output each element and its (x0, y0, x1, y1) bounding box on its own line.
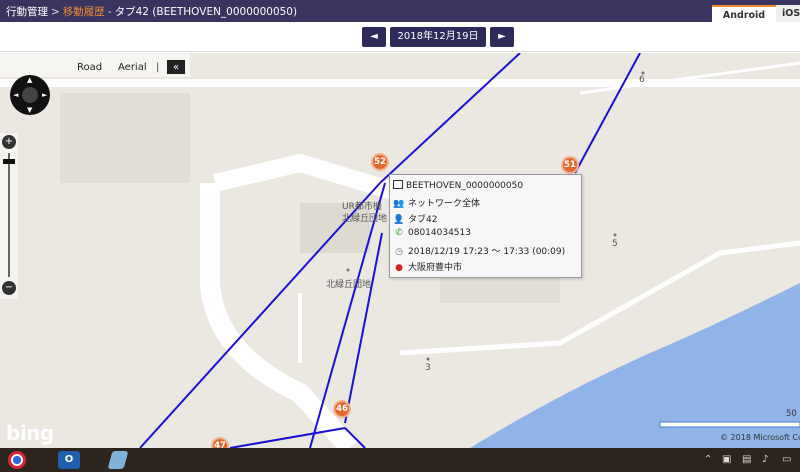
tray-volume-icon[interactable]: ♪ (762, 454, 768, 465)
bing-logo: bing (6, 421, 54, 445)
os-taskbar: O ⌃ ▣ ▤ ♪ ▭ (0, 448, 800, 472)
collapse-toolbar-button[interactable]: « (166, 59, 186, 75)
breadcrumb-root[interactable]: 行動管理 (6, 6, 48, 18)
popup-phone-row: ✆ 08014034513 (393, 228, 471, 242)
tray-app-icon[interactable]: ▣ (722, 454, 731, 465)
chrome-icon[interactable] (8, 451, 26, 469)
zoom-control: + − (0, 133, 18, 299)
tab-ios[interactable]: iOS (776, 5, 800, 22)
breadcrumb-current: タブ42 (BEETHOVEN_0000000050) (114, 6, 298, 18)
zoom-out-icon[interactable]: − (2, 281, 16, 295)
breadcrumb: 行動管理 > 移動履歴 - タブ42 (BEETHOVEN_0000000050) (6, 4, 297, 19)
device-icon (393, 180, 403, 189)
popup-group: ネットワーク全体 (408, 199, 481, 209)
popup-group-row: 👥 ネットワーク全体 (393, 196, 480, 210)
date-navigation: ◄ 2018年12月19日 ► (0, 22, 800, 52)
map-copyright: © 2018 Microsoft Corp (720, 433, 800, 442)
map-type-toolbar: Road Aerial | « (0, 53, 190, 77)
popup-time: 2018/12/19 17:23 ～ 17:33 (00:09) (408, 247, 566, 257)
map-label-6: 6 (639, 75, 645, 85)
map-road (579, 61, 800, 95)
map-view[interactable]: 6 5 3 UR都市機 北緑丘団地 北緑丘団地 Road Aerial | « … (0, 53, 800, 448)
route-marker-52[interactable]: 52 (371, 153, 389, 171)
map-label-3: 3 (425, 363, 431, 373)
aerial-view-button[interactable]: Aerial (118, 62, 147, 73)
scale-label: 50 (786, 409, 797, 419)
route-line (379, 53, 521, 184)
scale-bar (659, 421, 800, 428)
tab-android[interactable]: Android (712, 5, 776, 22)
pan-compass[interactable]: ▲ ▼ ◄ ► (10, 75, 50, 115)
popup-device-row: BEETHOVEN_0000000050 (393, 180, 523, 194)
map-dot (613, 233, 617, 237)
map-dot (346, 268, 350, 272)
popup-phone: 08014034513 (408, 228, 471, 238)
popup-user: タブ42 (408, 215, 438, 225)
popup-location: 大阪府豊中市 (408, 263, 463, 273)
tray-network-icon[interactable]: ▤ (742, 454, 751, 465)
user-icon: 👤 (393, 215, 405, 225)
pan-down-icon[interactable]: ▼ (27, 106, 32, 114)
pan-right-icon[interactable]: ► (42, 91, 47, 99)
popup-user-row: 👤 タブ42 (393, 212, 437, 226)
tray-notification-icon[interactable]: ▭ (782, 454, 791, 465)
map-dot (426, 357, 430, 361)
compass-center (22, 87, 38, 103)
map-label-kitamidori: 北緑丘団地 (326, 280, 372, 290)
breadcrumb-separator: > (51, 6, 60, 18)
route-marker-46[interactable]: 46 (333, 400, 351, 418)
header-bar: 行動管理 > 移動履歴 - タブ42 (BEETHOVEN_0000000050) An… (0, 0, 800, 22)
breadcrumb-dash: - (107, 6, 112, 18)
pan-left-icon[interactable]: ◄ (13, 91, 18, 99)
popup-location-row: ● 大阪府豊中市 (393, 260, 462, 274)
route-marker-47[interactable]: 47 (211, 437, 229, 448)
zoom-track[interactable] (8, 153, 10, 277)
popup-time-row: ◷ 2018/12/19 17:23 ～ 17:33 (00:09) (393, 244, 565, 258)
app-icon[interactable] (107, 451, 129, 469)
next-day-button[interactable]: ► (490, 27, 514, 47)
zoom-in-icon[interactable]: + (2, 135, 16, 149)
road-view-button[interactable]: Road (77, 62, 102, 73)
date-picker-button[interactable]: 2018年12月19日 (390, 27, 486, 47)
outlook-icon[interactable]: O (58, 451, 80, 469)
map-label-ur-sub: 北緑丘団地 (342, 214, 388, 224)
app-window: 行動管理 > 移動履歴 - タブ42 (BEETHOVEN_0000000050) An… (0, 0, 800, 472)
map-block (60, 93, 190, 183)
map-pin-icon: ● (395, 263, 403, 273)
prev-day-button[interactable]: ◄ (362, 27, 386, 47)
pan-up-icon[interactable]: ▲ (27, 76, 32, 84)
route-line (574, 53, 641, 174)
phone-icon: ✆ (395, 228, 403, 238)
location-info-popup: BEETHOVEN_0000000050 👥 ネットワーク全体 👤 タブ42 ✆ 08… (389, 174, 582, 278)
toolbar-divider: | (156, 62, 160, 73)
breadcrumb-active[interactable]: 移動履歴 (63, 6, 105, 18)
zoom-slider-handle[interactable] (3, 159, 15, 164)
platform-tabs: Android iOS (712, 5, 800, 22)
tray-chevron-icon[interactable]: ⌃ (704, 454, 712, 465)
popup-device: BEETHOVEN_0000000050 (406, 181, 524, 191)
route-marker-51[interactable]: 51 (561, 156, 579, 174)
map-label-5: 5 (612, 239, 618, 249)
group-icon: 👥 (393, 199, 405, 209)
clock-icon: ◷ (395, 247, 403, 257)
